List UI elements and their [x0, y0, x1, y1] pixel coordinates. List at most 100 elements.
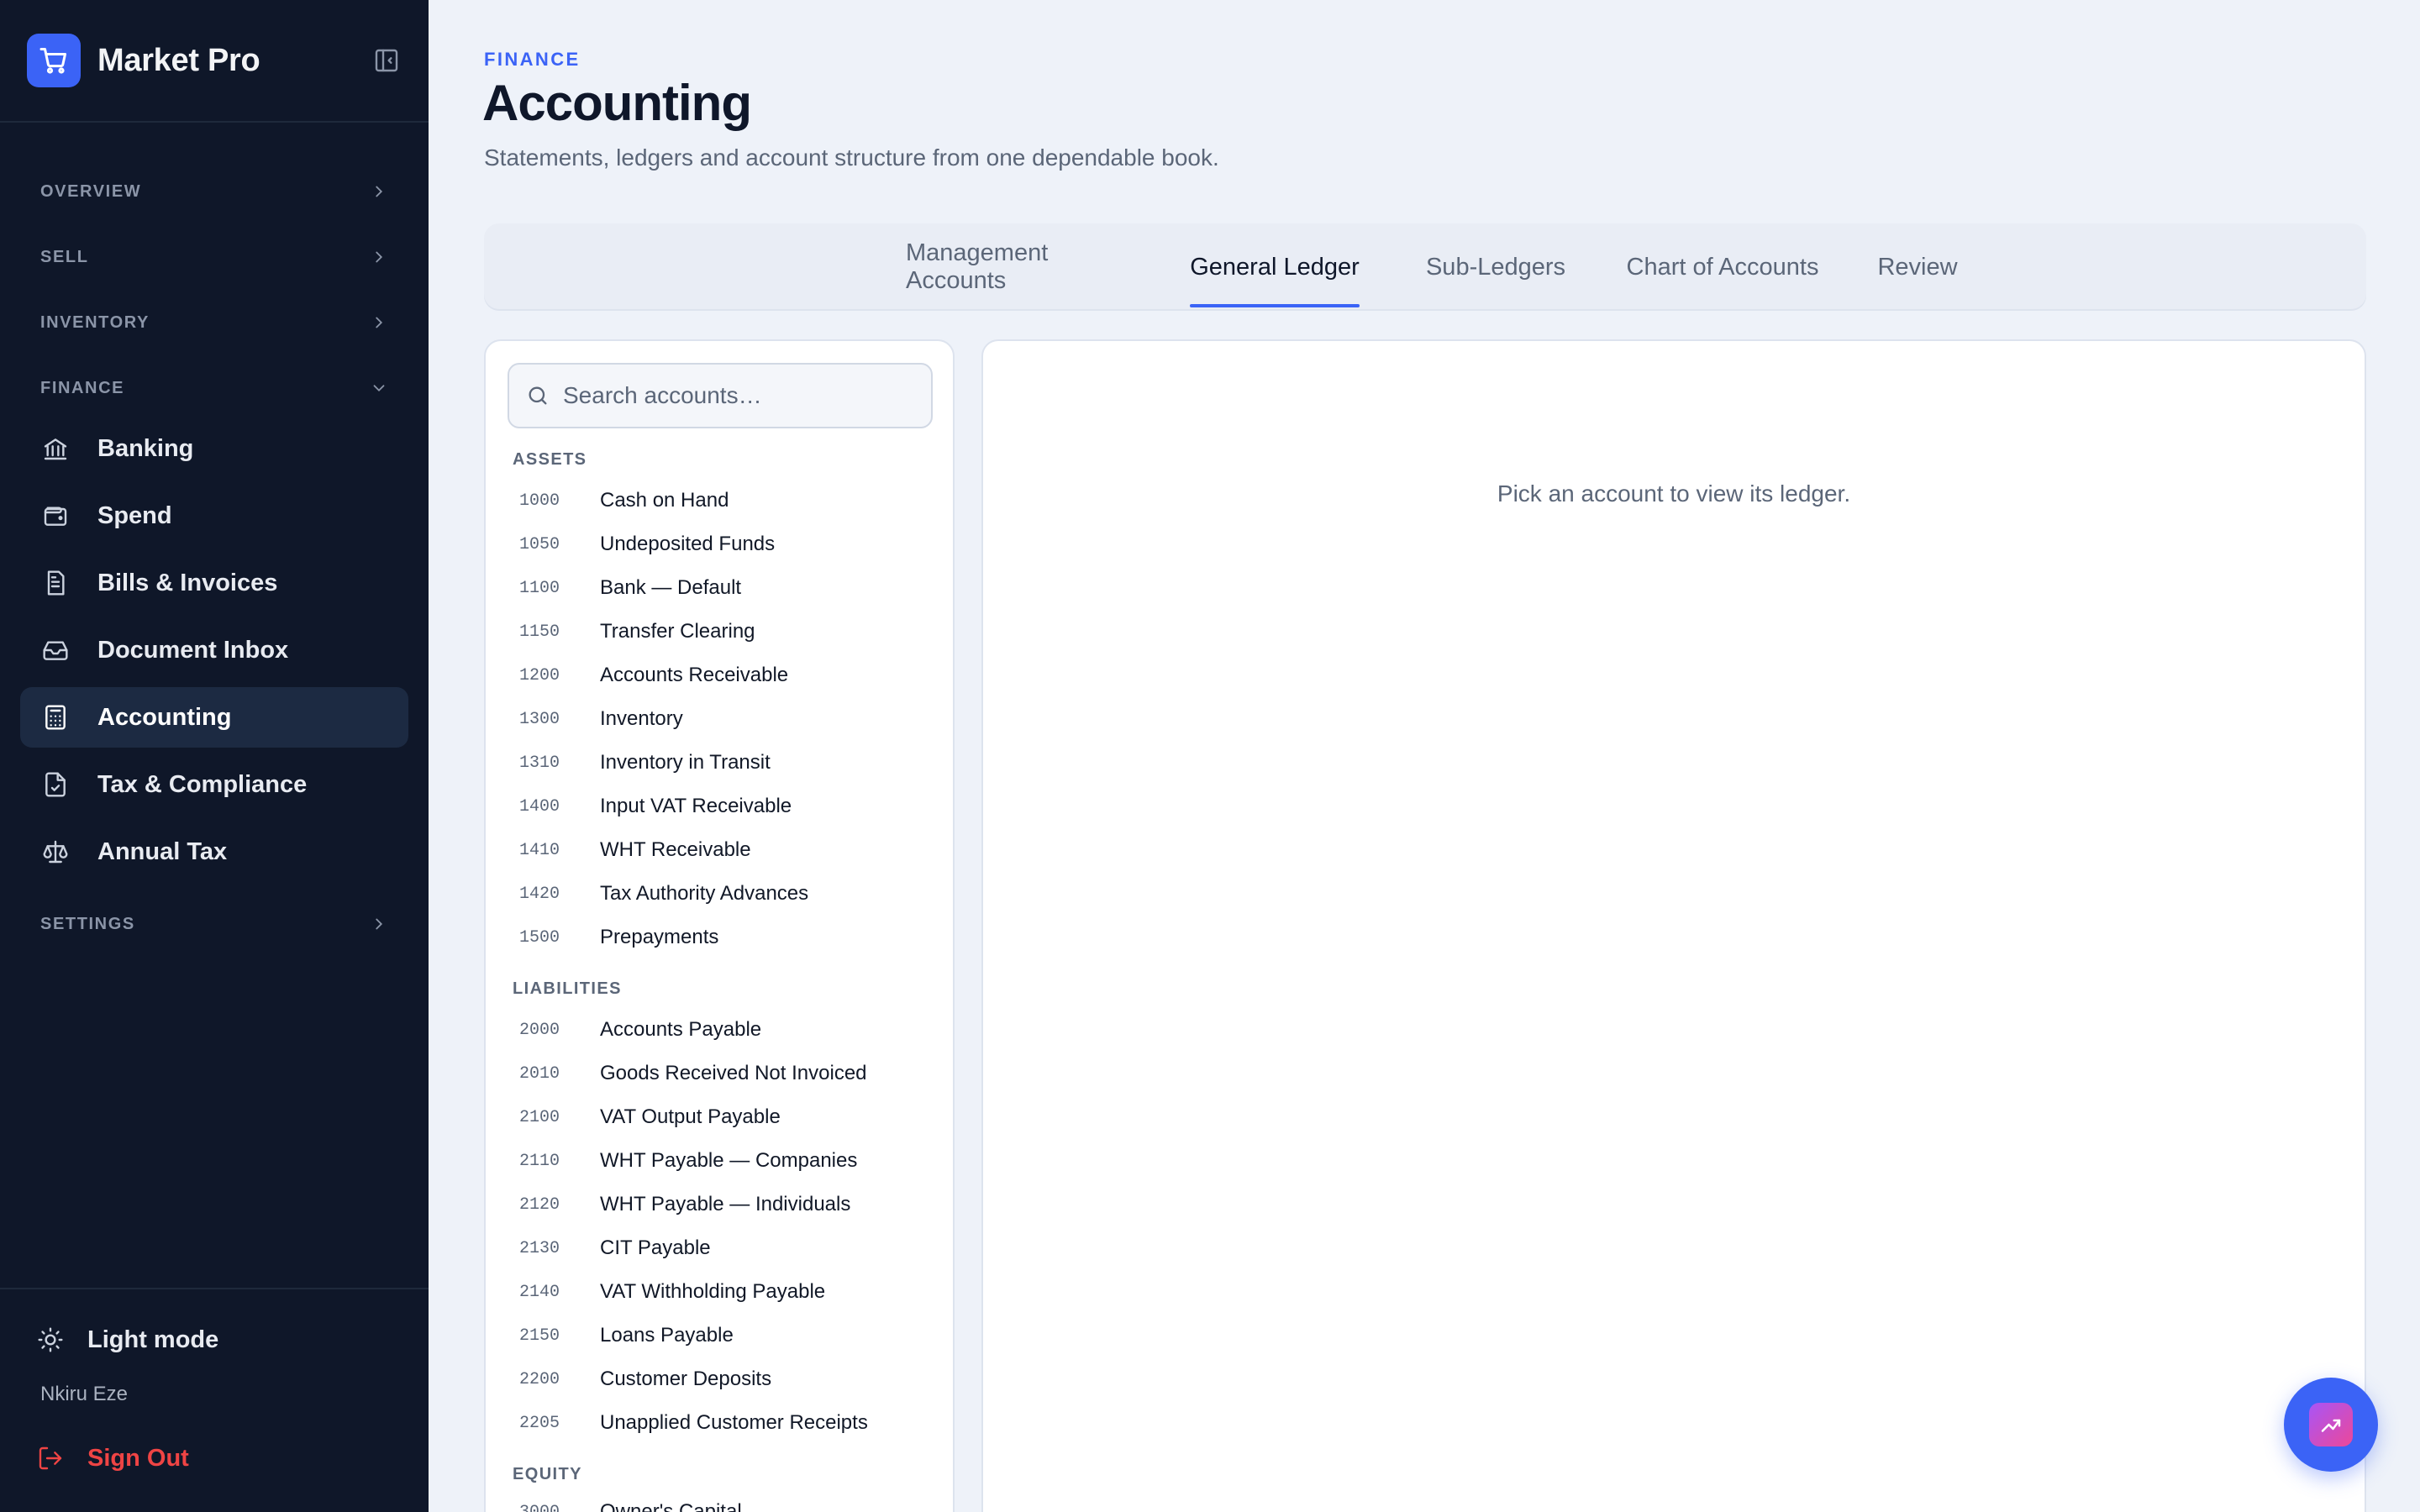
- account-row[interactable]: 1050 Undeposited Funds: [519, 528, 775, 561]
- section-label: OVERVIEW: [40, 181, 142, 201]
- sun-icon: [38, 1327, 63, 1352]
- account-code: 1000: [519, 491, 560, 511]
- calculator-icon: [40, 702, 71, 732]
- account-row[interactable]: 3000 Owner's Capital: [519, 1495, 742, 1512]
- chevron-right-icon: [376, 251, 383, 263]
- account-name: Tax Authority Advances: [600, 882, 809, 905]
- account-code: 2140: [519, 1282, 560, 1302]
- sidebar-item-label: Accounting: [97, 703, 232, 731]
- account-code: 1410: [519, 840, 560, 860]
- sidebar-item-banking[interactable]: Banking: [20, 418, 408, 479]
- ledger-empty-message: Pick an account to view its ledger.: [1497, 480, 1851, 507]
- section-sell[interactable]: SELL: [40, 240, 388, 274]
- theme-toggle[interactable]: Light mode: [37, 1323, 218, 1357]
- account-name: WHT Payable — Individuals: [600, 1193, 851, 1215]
- sidebar-item-label: Tax & Compliance: [97, 770, 308, 798]
- sign-out-label: Sign Out: [87, 1444, 189, 1472]
- section-label: SETTINGS: [40, 914, 135, 933]
- account-name: CIT Payable: [600, 1236, 711, 1259]
- account-name: Bank — Default: [600, 576, 742, 599]
- account-row[interactable]: 1310 Inventory in Transit: [519, 746, 771, 780]
- app-name: Market Pro: [97, 42, 260, 78]
- account-row[interactable]: 1100 Bank — Default: [519, 571, 741, 605]
- sidebar-item-accounting[interactable]: Accounting: [20, 687, 408, 748]
- account-code: 1310: [519, 753, 560, 773]
- account-row[interactable]: 1500 Prepayments: [519, 921, 718, 954]
- account-code: 2010: [519, 1063, 560, 1084]
- sidebar-item-spend[interactable]: Spend: [20, 486, 408, 546]
- account-row[interactable]: 2010 Goods Received Not Invoiced: [519, 1057, 867, 1090]
- collapse-sidebar-icon[interactable]: [371, 45, 402, 76]
- account-name: Transfer Clearing: [600, 620, 755, 643]
- sidebar-item-label: Spend: [97, 501, 172, 529]
- search-field[interactable]: [508, 363, 933, 428]
- section-settings[interactable]: SETTINGS: [40, 907, 388, 941]
- sidebar-item-label: Document Inbox: [97, 636, 289, 664]
- receipt-icon: [40, 568, 71, 598]
- account-code: 2150: [519, 1326, 560, 1346]
- cart-icon: [27, 34, 81, 87]
- account-code: 1420: [519, 884, 560, 904]
- account-row[interactable]: 2130 CIT Payable: [519, 1231, 711, 1265]
- account-name: Inventory: [600, 707, 683, 730]
- account-row[interactable]: 1200 Accounts Receivable: [519, 659, 788, 692]
- account-group-title: ASSETS: [513, 450, 587, 469]
- divider: [0, 121, 429, 123]
- chevron-right-icon: [376, 918, 383, 930]
- account-code: 2100: [519, 1107, 560, 1127]
- account-row[interactable]: 2120 WHT Payable — Individuals: [519, 1188, 850, 1221]
- account-row[interactable]: 1410 WHT Receivable: [519, 833, 751, 867]
- account-code: 2205: [519, 1413, 560, 1433]
- tab-sub-ledgers[interactable]: Sub-Ledgers: [1422, 223, 1570, 311]
- account-code: 1500: [519, 927, 560, 948]
- tab-review[interactable]: Review: [1859, 223, 1976, 311]
- account-row[interactable]: 2000 Accounts Payable: [519, 1013, 761, 1047]
- tab-management-accounts[interactable]: Management Accounts: [906, 223, 1101, 311]
- sidebar-item-annual-tax[interactable]: Annual Tax: [20, 822, 408, 882]
- account-code: 2000: [519, 1020, 560, 1040]
- account-name: WHT Receivable: [600, 838, 751, 861]
- account-name: VAT Output Payable: [600, 1105, 781, 1128]
- sidebar-item-bills-invoices[interactable]: Bills & Invoices: [20, 553, 408, 613]
- section-overview[interactable]: OVERVIEW: [40, 175, 388, 208]
- section-label: INVENTORY: [40, 312, 150, 332]
- section-inventory[interactable]: INVENTORY: [40, 306, 388, 339]
- account-name: WHT Payable — Companies: [600, 1149, 858, 1172]
- search-icon: [529, 386, 547, 405]
- account-row[interactable]: 1420 Tax Authority Advances: [519, 877, 808, 911]
- inbox-icon: [40, 635, 71, 665]
- account-row[interactable]: 1300 Inventory: [519, 702, 683, 736]
- tab-chart-of-accounts[interactable]: Chart of Accounts: [1612, 223, 1833, 311]
- account-name: Loans Payable: [600, 1324, 734, 1347]
- account-row[interactable]: 2100 VAT Output Payable: [519, 1100, 781, 1134]
- account-code: 1150: [519, 622, 560, 642]
- account-row[interactable]: 1000 Cash on Hand: [519, 484, 729, 517]
- sign-out-button[interactable]: Sign Out: [37, 1441, 189, 1476]
- account-row[interactable]: 2200 Customer Deposits: [519, 1362, 771, 1396]
- account-row[interactable]: 2140 VAT Withholding Payable: [519, 1275, 825, 1309]
- section-label: FINANCE: [40, 378, 125, 397]
- account-row[interactable]: 1150 Transfer Clearing: [519, 615, 755, 648]
- chevron-down-icon: [373, 385, 385, 392]
- section-finance[interactable]: FINANCE: [40, 371, 388, 405]
- account-name: Input VAT Receivable: [600, 795, 792, 817]
- account-name: Inventory in Transit: [600, 751, 771, 774]
- account-row[interactable]: 2150 Loans Payable: [519, 1319, 734, 1352]
- account-code: 2200: [519, 1369, 560, 1389]
- account-code: 1200: [519, 665, 560, 685]
- account-row[interactable]: 2205 Unapplied Customer Receipts: [519, 1406, 868, 1440]
- sidebar-item-label: Annual Tax: [97, 837, 228, 865]
- account-code: 1100: [519, 578, 560, 598]
- account-name: Owner's Capital: [600, 1500, 742, 1512]
- sidebar-item-document-inbox[interactable]: Document Inbox: [20, 620, 408, 680]
- account-row[interactable]: 2110 WHT Payable — Companies: [519, 1144, 857, 1178]
- insights-fab-button[interactable]: [2284, 1378, 2378, 1472]
- search-input[interactable]: [563, 382, 916, 409]
- page-subtitle: Statements, ledgers and account structur…: [484, 144, 1219, 171]
- page-title: Accounting: [482, 75, 752, 131]
- sidebar-item-label: Banking: [97, 434, 194, 462]
- tab-general-ledger[interactable]: General Ledger: [1190, 223, 1360, 311]
- brand: Market Pro: [27, 34, 402, 87]
- account-row[interactable]: 1400 Input VAT Receivable: [519, 790, 792, 823]
- sidebar-item-tax-compliance[interactable]: Tax & Compliance: [20, 754, 408, 815]
